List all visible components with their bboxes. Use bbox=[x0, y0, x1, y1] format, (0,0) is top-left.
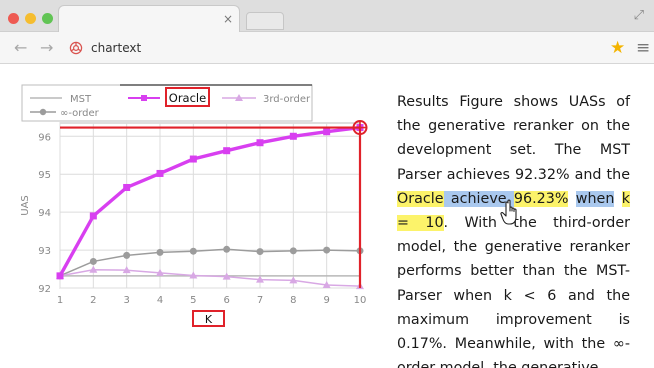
inf-order-point bbox=[289, 247, 297, 255]
legend-label-oracle: Oracle bbox=[169, 91, 206, 105]
window-maximize-dot[interactable] bbox=[42, 13, 53, 24]
legend-label-inf-order: ∞-order bbox=[60, 108, 100, 119]
highlighted-text: Oracle bbox=[397, 190, 444, 207]
highlighted-text: when bbox=[575, 190, 615, 207]
oracle-point bbox=[56, 272, 64, 280]
y-axis-label: UAS bbox=[20, 195, 31, 216]
inf-order-point bbox=[89, 257, 97, 265]
x-tick-label: 7 bbox=[257, 295, 263, 306]
inf-order-point bbox=[123, 251, 131, 259]
y-tick-label: 94 bbox=[38, 208, 51, 219]
back-arrow-icon[interactable]: ← bbox=[14, 39, 27, 57]
oracle-point bbox=[256, 139, 264, 147]
oracle-point bbox=[223, 147, 231, 155]
x-tick-label: 9 bbox=[323, 295, 329, 306]
inf-order-point bbox=[156, 248, 164, 256]
window-close-dot[interactable] bbox=[8, 13, 19, 24]
text-segment bbox=[614, 191, 621, 207]
x-tick-label: 10 bbox=[354, 295, 367, 306]
oracle-point bbox=[123, 183, 131, 191]
x-tick-label: 5 bbox=[190, 295, 196, 306]
legend-label-third-order: 3rd-order bbox=[263, 94, 311, 105]
forward-arrow-icon[interactable]: → bbox=[40, 39, 53, 57]
tab-close-icon[interactable]: × bbox=[223, 12, 233, 26]
inf-order-point bbox=[223, 245, 231, 253]
text-segment: Results Figure shows UASs of the generat… bbox=[397, 94, 630, 183]
oracle-point bbox=[289, 132, 297, 140]
oracle-point bbox=[323, 128, 331, 136]
address-bar-url[interactable]: chartext bbox=[91, 40, 141, 56]
new-tab-button[interactable] bbox=[246, 12, 284, 30]
x-tick-label: 3 bbox=[123, 295, 129, 306]
active-tab[interactable]: × bbox=[58, 5, 240, 32]
text-segment: . With the third-order model, the genera… bbox=[397, 215, 630, 368]
x-axis-label: K bbox=[205, 313, 213, 326]
legend-label-mst: MST bbox=[70, 94, 92, 105]
oracle-point bbox=[89, 212, 97, 220]
legend-marker-oracle bbox=[141, 95, 147, 101]
browser-toolbar: ← → chartext ★ ≡ bbox=[0, 32, 654, 64]
legend-marker-inf-order bbox=[39, 108, 47, 116]
bookmark-star-icon[interactable]: ★ bbox=[610, 38, 625, 58]
y-tick-label: 93 bbox=[38, 246, 51, 257]
x-tick-label: 2 bbox=[90, 295, 96, 306]
x-tick-label: 4 bbox=[157, 295, 163, 306]
inf-order-point bbox=[189, 247, 197, 255]
inf-order-point bbox=[323, 246, 331, 254]
hand-cursor-icon bbox=[500, 199, 517, 225]
expand-icon[interactable]: ⤢ bbox=[634, 8, 644, 23]
uas-line-chart: 1 2 3 4 5 6 7 8 9 10 92 93 94 95 96 UAS K MST Oracle 3rd-or… bbox=[20, 84, 368, 327]
text-segment bbox=[568, 191, 575, 207]
window-minimize-dot[interactable] bbox=[25, 13, 36, 24]
site-icon bbox=[69, 41, 83, 55]
inf-order-point bbox=[256, 248, 264, 256]
y-tick-label: 95 bbox=[38, 170, 51, 181]
x-tick-label: 6 bbox=[223, 295, 229, 306]
menu-icon[interactable]: ≡ bbox=[636, 38, 650, 58]
results-paragraph: Results Figure shows UASs of the generat… bbox=[397, 90, 631, 368]
oracle-point bbox=[189, 155, 197, 163]
oracle-point bbox=[156, 169, 164, 177]
tab-bar: × ⤢ bbox=[0, 0, 654, 32]
y-tick-label: 96 bbox=[38, 132, 51, 143]
target-marker-icon bbox=[352, 120, 368, 136]
x-tick-label: 1 bbox=[57, 295, 63, 306]
y-tick-label: 92 bbox=[38, 284, 51, 295]
x-tick-label: 8 bbox=[290, 295, 296, 306]
